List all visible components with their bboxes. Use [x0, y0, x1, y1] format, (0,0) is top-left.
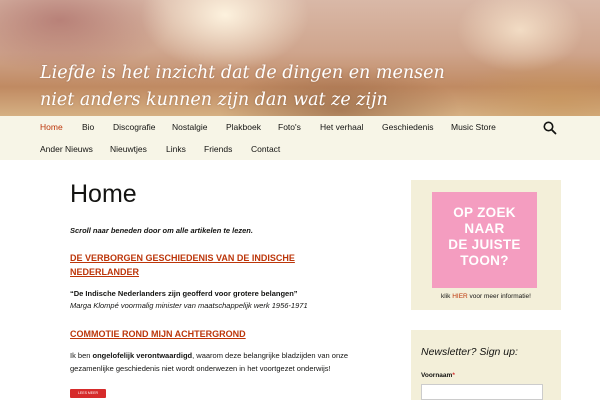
search-button[interactable]: [542, 120, 558, 136]
main-navigation: Home Bio Discografie Nostalgie Plakboek …: [0, 116, 600, 160]
caption-prefix: klik: [441, 293, 453, 300]
excerpt-prefix: Ik ben: [70, 351, 93, 360]
promo-banner[interactable]: OP ZOEK NAAR DE JUISTE TOON?: [432, 192, 537, 288]
promo-line-3: DE JUISTE: [448, 237, 521, 252]
quote-source: Marga Klompé voormalig minister van maat…: [70, 301, 308, 310]
site-tagline: Liefde is het inzicht dat de dingen en m…: [40, 60, 460, 114]
post-excerpt: Ik ben ongelofelijk verontwaardigd, waar…: [70, 350, 380, 375]
caption-link[interactable]: HIER: [452, 293, 468, 300]
promo-caption: klik HIER voor meer informatie!: [411, 293, 561, 300]
caption-suffix: voor meer informatie!: [467, 293, 531, 300]
firstname-label: Voornaam*: [421, 372, 455, 379]
nav-item-discografie[interactable]: Discografie: [113, 116, 156, 138]
firstname-label-text: Voornaam: [421, 372, 453, 379]
firstname-input[interactable]: [421, 384, 543, 400]
nav-item-bio[interactable]: Bio: [82, 116, 94, 138]
newsletter-title: Newsletter? Sign up:: [421, 346, 518, 358]
nav-item-het-verhaal[interactable]: Het verhaal: [320, 116, 363, 138]
nav-item-fotos[interactable]: Foto's: [278, 116, 301, 138]
nav-item-nostalgie[interactable]: Nostalgie: [172, 116, 207, 138]
nav-item-friends[interactable]: Friends: [204, 138, 232, 160]
nav-item-nieuwtjes[interactable]: Nieuwtjes: [110, 138, 147, 160]
excerpt-bold: ongelofelijk verontwaardigd: [92, 351, 193, 360]
nav-item-contact[interactable]: Contact: [251, 138, 280, 160]
promo-line-2: NAAR: [464, 221, 505, 236]
nav-item-music-store[interactable]: Music Store: [451, 116, 496, 138]
promo-line-4: TOON?: [460, 253, 509, 268]
post-title-commotie[interactable]: COMMOTIE ROND MIJN ACHTERGROND: [70, 327, 360, 341]
nav-row-1: Home Bio Discografie Nostalgie Plakboek …: [0, 116, 600, 138]
nav-row-2: Ander Nieuws Nieuwtjes Links Friends Con…: [0, 138, 600, 160]
tagline-line-1: Liefde is het inzicht dat de dingen en m…: [40, 63, 445, 83]
promo-text: OP ZOEK NAAR DE JUISTE TOON?: [432, 205, 537, 269]
nav-item-home[interactable]: Home: [40, 116, 63, 138]
quote-text: “De Indische Nederlanders zijn geofferd …: [70, 289, 298, 298]
search-icon: [543, 121, 557, 135]
nav-item-links[interactable]: Links: [166, 138, 186, 160]
nav-item-geschiedenis[interactable]: Geschiedenis: [382, 116, 434, 138]
required-marker: *: [452, 372, 455, 379]
promo-line-1: OP ZOEK: [453, 205, 516, 220]
tagline-line-2: niet anders kunnen zijn dan wat ze zijn: [40, 90, 388, 110]
post-title-verborgen-geschiedenis[interactable]: DE VERBORGEN GESCHIEDENIS VAN DE INDISCH…: [70, 251, 360, 279]
nav-item-plakboek[interactable]: Plakboek: [226, 116, 261, 138]
nav-item-ander-nieuws[interactable]: Ander Nieuws: [40, 138, 93, 160]
page-title: Home: [70, 180, 137, 208]
read-more-button[interactable]: LEES MEER: [70, 389, 106, 398]
intro-text: Scroll naar beneden door om alle artikel…: [70, 226, 253, 235]
